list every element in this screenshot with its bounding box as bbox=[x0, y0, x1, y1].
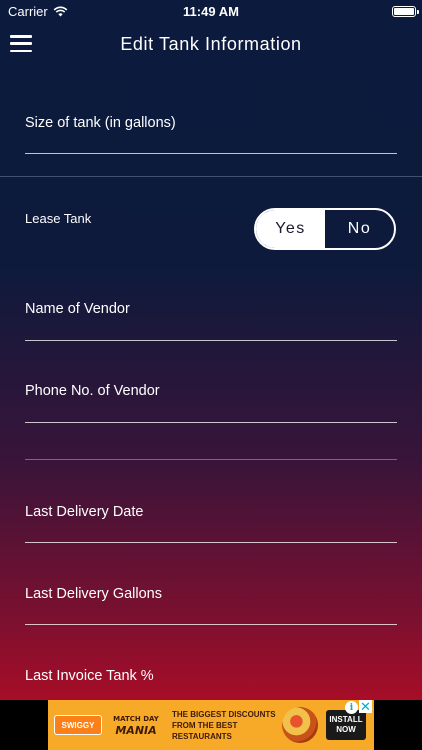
tank-size-field[interactable]: Size of tank (in gallons) bbox=[25, 115, 397, 155]
ad-banner: SWIGGY MATCH DAY MANIA THE BIGGEST DISCO… bbox=[0, 700, 422, 750]
last-delivery-date-label: Last Delivery Date bbox=[25, 504, 144, 520]
ad-brand-line2: MANIA bbox=[115, 724, 157, 737]
screen: Carrier 11:49 AM Edit Tank Information S… bbox=[0, 0, 422, 750]
last-delivery-gallons-label: Last Delivery Gallons bbox=[25, 586, 162, 602]
vendor-phone-field[interactable]: Phone No. of Vendor bbox=[25, 383, 397, 423]
ad-logo: SWIGGY bbox=[54, 715, 102, 735]
ad-copy: THE BIGGEST DISCOUNTS FROM THE BEST REST… bbox=[172, 709, 276, 741]
empty-field-underline bbox=[25, 459, 397, 460]
nav-bar: Edit Tank Information bbox=[0, 22, 422, 66]
lease-tank-toggle[interactable]: Yes No bbox=[254, 208, 396, 250]
lease-tank-yes-option[interactable]: Yes bbox=[256, 210, 325, 248]
last-delivery-gallons-underline bbox=[25, 624, 397, 625]
last-delivery-gallons-field[interactable]: Last Delivery Gallons bbox=[25, 586, 397, 626]
status-bar: Carrier 11:49 AM bbox=[0, 0, 422, 22]
close-icon[interactable]: ✕ bbox=[359, 700, 372, 713]
install-now-button[interactable]: INSTALL NOW bbox=[326, 710, 366, 740]
battery-icon bbox=[392, 5, 419, 17]
vendor-phone-label: Phone No. of Vendor bbox=[25, 383, 160, 399]
tank-size-label: Size of tank (in gallons) bbox=[25, 115, 176, 131]
vendor-name-field[interactable]: Name of Vendor bbox=[25, 301, 397, 341]
last-invoice-tank-field[interactable]: Last Invoice Tank % bbox=[25, 668, 397, 692]
lease-tank-label: Lease Tank bbox=[25, 211, 92, 226]
empty-field-separator bbox=[25, 459, 397, 461]
status-left: Carrier bbox=[8, 4, 68, 19]
vendor-phone-underline bbox=[25, 422, 397, 423]
section-divider bbox=[0, 176, 422, 177]
vendor-name-underline bbox=[25, 340, 397, 341]
ad-creative[interactable]: SWIGGY MATCH DAY MANIA THE BIGGEST DISCO… bbox=[48, 700, 374, 750]
page-title: Edit Tank Information bbox=[120, 33, 302, 54]
wifi-icon bbox=[53, 6, 68, 16]
last-invoice-tank-label: Last Invoice Tank % bbox=[25, 668, 154, 684]
last-delivery-date-underline bbox=[25, 542, 397, 543]
menu-icon[interactable] bbox=[10, 35, 32, 52]
ad-brand: MATCH DAY MANIA bbox=[108, 714, 164, 736]
vendor-name-label: Name of Vendor bbox=[25, 301, 130, 317]
pizza-image bbox=[282, 707, 318, 743]
info-icon[interactable]: i bbox=[345, 701, 358, 714]
last-delivery-date-field[interactable]: Last Delivery Date bbox=[25, 504, 397, 544]
tank-size-underline bbox=[25, 153, 397, 154]
carrier-label: Carrier bbox=[8, 3, 48, 19]
lease-tank-no-option[interactable]: No bbox=[325, 210, 394, 248]
